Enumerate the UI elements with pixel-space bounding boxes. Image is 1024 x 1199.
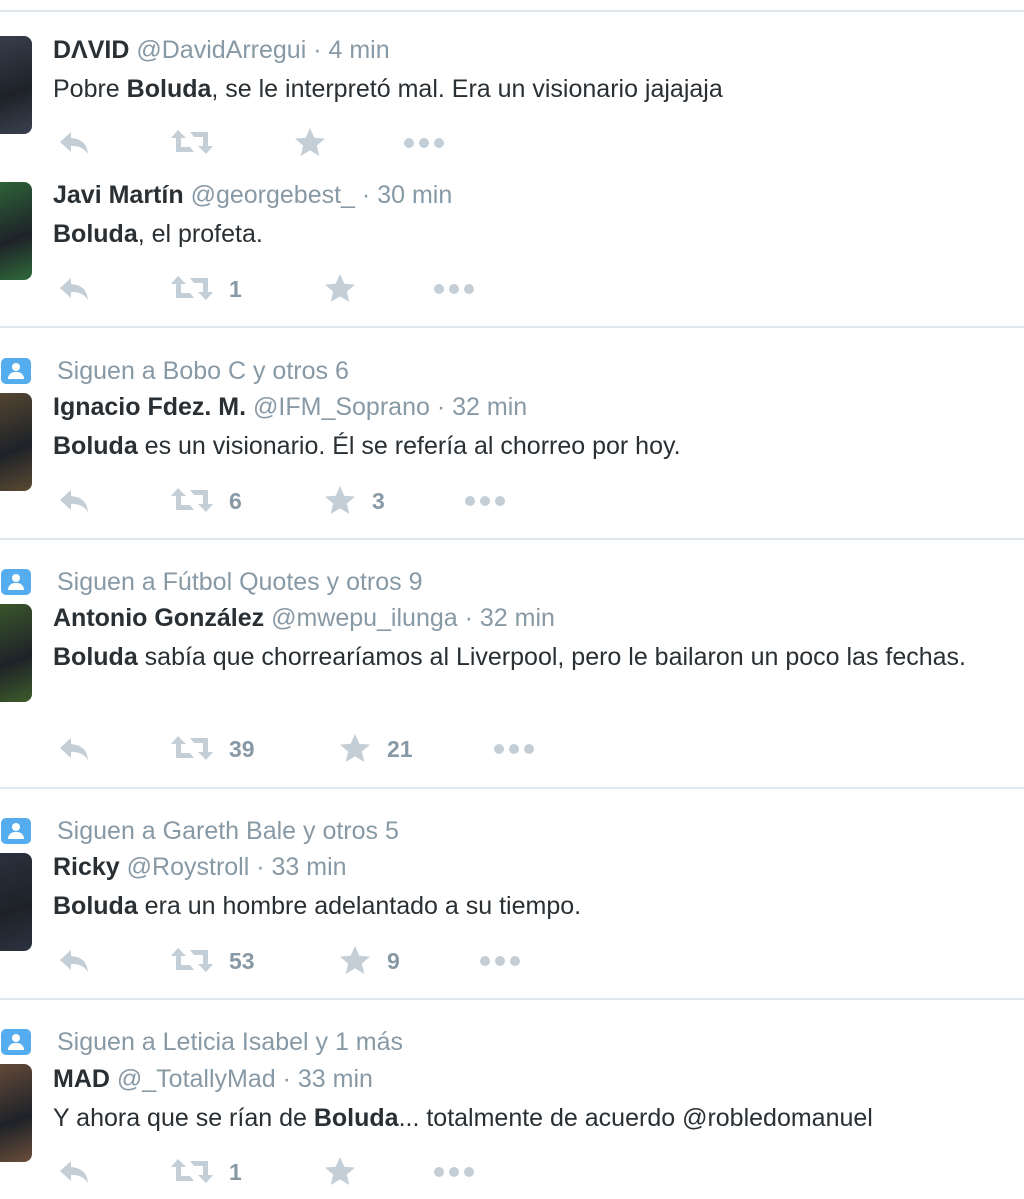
retweet-count[interactable]: 53 (229, 944, 255, 978)
tweet-header: Ricky @Roystroll · 33 min (53, 850, 347, 884)
tweet-divider (0, 538, 1024, 540)
retweet-count[interactable]: 6 (229, 484, 242, 518)
person-icon (1, 358, 31, 384)
social-context-label: Siguen a Fútbol Quotes y otros 9 (57, 568, 423, 596)
tweet-timestamp[interactable]: 30 min (377, 181, 452, 209)
highlighted-term: Boluda (53, 432, 138, 460)
social-context-label: Siguen a Leticia Isabel y 1 más (57, 1028, 404, 1056)
tweet-text-segment: , el profeta. (137, 220, 263, 248)
author-name[interactable]: DΛVID (53, 36, 129, 64)
tweet-divider (0, 326, 1024, 328)
avatar[interactable] (0, 853, 32, 951)
tweet-text-segment: sabía que chorrearíamos al Liverpool, pe… (137, 643, 966, 671)
retweet-count[interactable]: 1 (229, 272, 242, 306)
tweet-divider (0, 787, 1024, 789)
person-icon (1, 1029, 31, 1055)
person-icon (1, 818, 31, 844)
tweet-header: Antonio González @mwepu_ilunga · 32 min (53, 601, 555, 635)
top-divider (0, 10, 1024, 12)
tweet-text: Boluda, el profeta. (53, 216, 1024, 253)
tweet-text: Boluda era un hombre adelantado a su tie… (53, 888, 1024, 925)
tweet-timestamp[interactable]: 33 min (298, 1065, 373, 1093)
author-handle[interactable]: @_TotallyMad (117, 1065, 276, 1093)
tweet-timestamp[interactable]: 32 min (480, 604, 555, 632)
tweet-header: Ignacio Fdez. M. @IFM_Soprano · 32 min (53, 390, 527, 424)
tweet-divider (0, 998, 1024, 1000)
avatar[interactable] (0, 393, 32, 491)
separator-dot: · (361, 181, 371, 209)
avatar[interactable] (0, 604, 32, 702)
separator-dot: · (464, 604, 473, 632)
tweet-text: Y ahora que se rían de Boluda... totalme… (53, 1100, 1024, 1137)
tweet-text: Pobre Boluda, se le interpretó mal. Era … (53, 71, 1024, 108)
author-handle[interactable]: @mwepu_ilunga (271, 604, 458, 632)
author-name[interactable]: Antonio González (53, 604, 264, 632)
retweet-count[interactable]: 1 (229, 1155, 242, 1189)
highlighted-term: Boluda (53, 220, 138, 248)
tweet-text-segment: era un hombre adelantado a su tiempo. (137, 892, 582, 920)
tweet-text-segment: ... totalmente de acuerdo @robledomanuel (398, 1104, 873, 1132)
social-context-label: Siguen a Gareth Bale y otros 5 (57, 817, 399, 845)
tweet-text: Boluda sabía que chorrearíamos al Liverp… (53, 639, 1024, 676)
highlighted-term: Boluda (53, 892, 138, 920)
avatar[interactable] (0, 182, 32, 280)
author-handle[interactable]: @Roystroll (127, 853, 250, 881)
separator-dot: · (282, 1065, 291, 1093)
author-handle[interactable]: @georgebest_ (191, 181, 355, 209)
author-name[interactable]: Ricky (53, 853, 120, 881)
highlighted-term: Boluda (53, 643, 138, 671)
separator-dot: · (436, 393, 446, 421)
tweet-header: DΛVID @DavidArregui · 4 min (53, 33, 390, 67)
author-name[interactable]: Ignacio Fdez. M. (53, 393, 246, 421)
highlighted-term: Boluda (126, 75, 212, 103)
tweet-timestamp[interactable]: 32 min (452, 393, 527, 421)
tweet-text-segment: Pobre (53, 75, 127, 103)
tweet-text: Boluda es un visionario. Él se refería a… (53, 428, 1024, 465)
avatar[interactable] (0, 1064, 32, 1162)
favorite-count[interactable]: 9 (387, 944, 400, 978)
tweet-text-segment: , se le interpretó mal. Era un visionari… (211, 75, 723, 103)
tweet-header: Javi Martín @georgebest_ · 30 min (53, 178, 452, 212)
separator-dot: · (313, 36, 322, 64)
author-handle[interactable]: @DavidArregui (136, 36, 306, 64)
highlighted-term: Boluda (313, 1104, 399, 1132)
tweet-timestamp[interactable]: 33 min (272, 853, 347, 881)
author-name[interactable]: MAD (53, 1065, 110, 1093)
retweet-count[interactable]: 39 (229, 732, 255, 766)
tweet-timestamp[interactable]: 4 min (328, 36, 389, 64)
separator-dot: · (256, 853, 265, 881)
avatar[interactable] (0, 36, 32, 134)
social-context-label: Siguen a Bobo C y otros 6 (57, 357, 349, 385)
author-handle[interactable]: @IFM_Soprano (253, 393, 430, 421)
tweet-header: MAD @_TotallyMad · 33 min (53, 1062, 373, 1096)
tweet-text-segment: Y ahora que se rían de (53, 1104, 314, 1132)
favorite-count[interactable]: 21 (387, 732, 413, 766)
author-name[interactable]: Javi Martín (53, 181, 184, 209)
favorite-count[interactable]: 3 (372, 484, 385, 518)
tweet-text-segment: es un visionario. Él se refería al chorr… (137, 432, 681, 460)
person-icon (1, 569, 31, 595)
